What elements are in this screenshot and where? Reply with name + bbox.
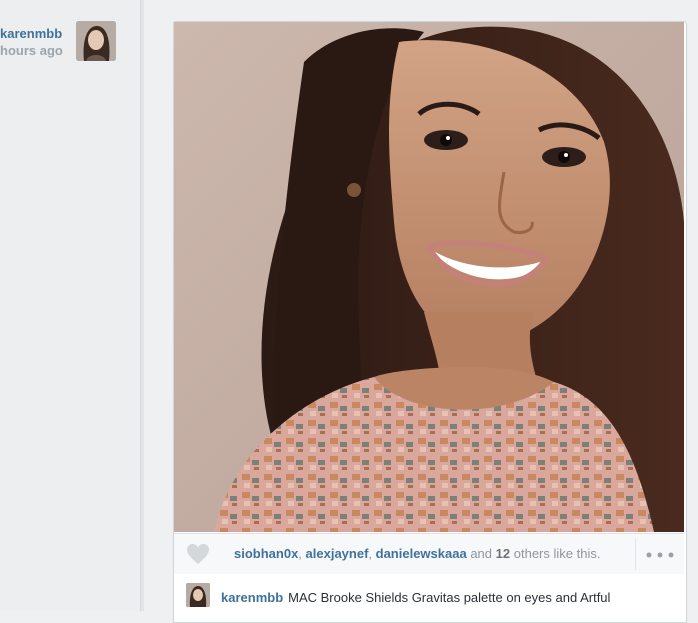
more-options-icon[interactable] bbox=[646, 552, 674, 558]
more-separator bbox=[635, 538, 636, 570]
caption-avatar[interactable] bbox=[186, 583, 210, 607]
left-rail bbox=[0, 0, 140, 611]
post-timestamp[interactable]: hours ago bbox=[0, 43, 63, 58]
liker-link[interactable]: siobhan0x bbox=[234, 546, 298, 561]
rail-divider bbox=[140, 0, 144, 611]
liker-link[interactable]: alexjaynef bbox=[306, 546, 369, 561]
likes-others-text: others like this. bbox=[513, 546, 601, 561]
liker-link[interactable]: danielewskaaa bbox=[376, 546, 467, 561]
caption-text: karenmbb MAC Brooke Shields Gravitas pale… bbox=[221, 590, 610, 605]
like-bar: siobhan0x, alexjaynef, danielewskaaa and… bbox=[174, 533, 684, 575]
avatar-image bbox=[76, 21, 116, 61]
post-photo[interactable] bbox=[174, 22, 684, 532]
likes-and-text: and bbox=[470, 546, 493, 561]
liker-separator: , bbox=[368, 546, 376, 561]
heart-icon[interactable] bbox=[186, 543, 210, 565]
author-avatar[interactable] bbox=[76, 21, 116, 61]
likes-others-count[interactable]: 12 bbox=[496, 546, 510, 561]
likes-summary: siobhan0x, alexjaynef, danielewskaaa and… bbox=[234, 546, 600, 561]
portrait-image bbox=[174, 22, 684, 532]
author-username[interactable]: karenmbb bbox=[0, 26, 62, 41]
caption-username[interactable]: karenmbb bbox=[221, 590, 283, 605]
caption-row: karenmbb MAC Brooke Shields Gravitas pale… bbox=[174, 574, 684, 611]
avatar-image bbox=[186, 583, 210, 607]
liker-separator: , bbox=[298, 546, 306, 561]
caption-body: MAC Brooke Shields Gravitas palette on e… bbox=[288, 590, 611, 605]
